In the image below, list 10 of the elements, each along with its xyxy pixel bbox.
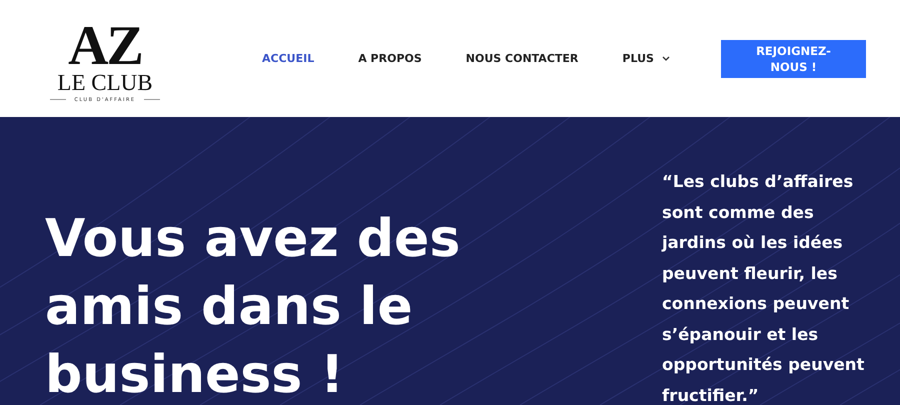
chevron-down-icon	[662, 56, 670, 61]
hero-headline: Vous avez des amis dans le business !	[45, 208, 462, 405]
join-button[interactable]: REJOIGNEZ-NOUS !	[721, 40, 866, 78]
nav-link[interactable]: NOUS CONTACTER	[466, 52, 578, 65]
nav-link[interactable]: A PROPOS	[358, 52, 422, 65]
logo-name: LE CLUB	[57, 70, 153, 94]
nav-link[interactable]: PLUS	[622, 52, 670, 65]
hero-quote: “Les clubs d’affaires sont comme des jardins où les idées peuvent fleurir, les connexions peuvent s’épanouir et les opportunités peuvent fructifier.”	[662, 171, 866, 405]
logo-mark: AZ	[68, 20, 142, 70]
nav-link[interactable]: ACCUEIL	[262, 52, 314, 65]
